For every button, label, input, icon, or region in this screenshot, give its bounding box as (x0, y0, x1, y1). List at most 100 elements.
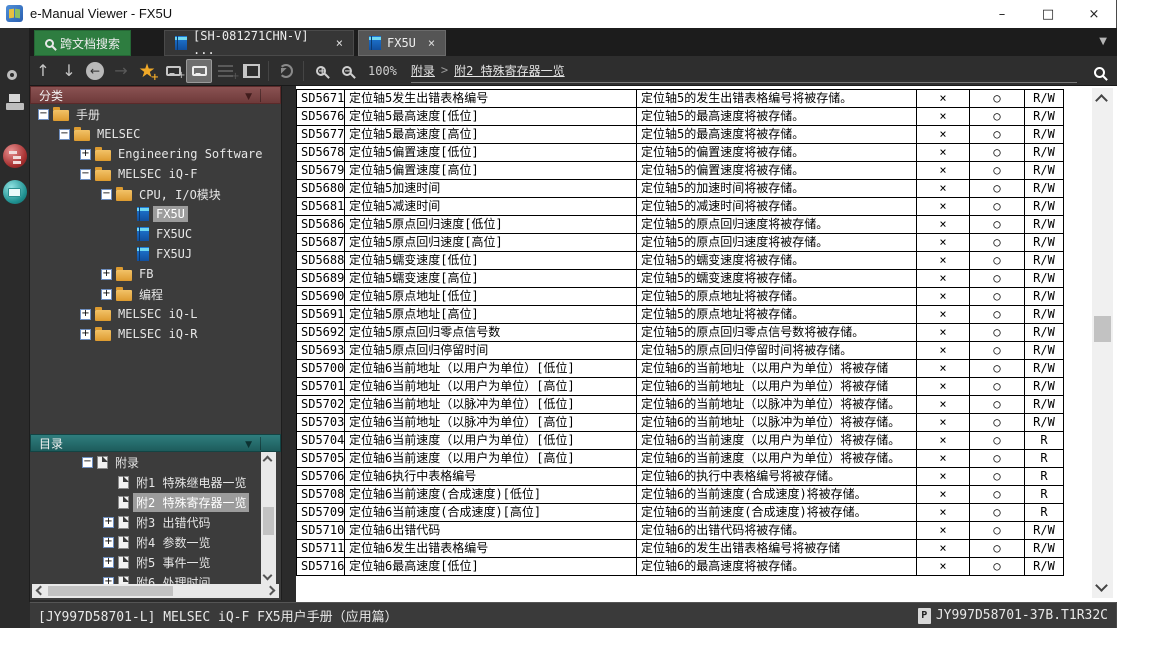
toc-panel-header[interactable]: 目录 ▼ (30, 434, 281, 452)
category-tree-item[interactable]: + 编程 (30, 284, 281, 304)
circle-mark-cell: ○ (970, 270, 1025, 288)
page-search-button[interactable] (1087, 60, 1111, 84)
tree-expander-icon[interactable]: − (82, 457, 93, 468)
toc-vertical-scrollbar[interactable] (261, 452, 276, 584)
refresh-button[interactable] (273, 59, 299, 83)
scroll-up-arrow-icon[interactable] (263, 456, 273, 466)
content-vertical-scrollbar[interactable] (1092, 88, 1113, 598)
back-button[interactable]: ← (82, 59, 108, 83)
category-tree-item[interactable]: + Engineering Software (30, 144, 281, 164)
category-tree-item[interactable]: FX5UJ (30, 244, 281, 264)
toc-tree-item[interactable]: 附2 特殊寄存器一览 (52, 492, 281, 512)
tree-item-label[interactable]: 附3 出错代码 (133, 513, 213, 532)
panel-header-endbox (260, 89, 278, 102)
tree-item-label[interactable]: MELSEC (94, 126, 143, 142)
minimize-button[interactable]: – (994, 7, 1010, 22)
add-note-button[interactable] (160, 59, 186, 83)
close-button[interactable]: × (1086, 7, 1102, 22)
tree-item-label[interactable]: 附5 事件一览 (133, 553, 213, 572)
tree-item-label[interactable]: MELSEC iQ-F (115, 166, 200, 182)
scroll-up-button[interactable]: ↑ (30, 59, 56, 83)
breadcrumb-link-appendix[interactable]: 附录 (411, 62, 435, 79)
add-list-button[interactable] (212, 59, 238, 83)
tree-expander-icon[interactable]: + (80, 149, 91, 160)
tab-fx5u-active[interactable]: FX5U × (358, 30, 446, 56)
tree-item-label[interactable]: 附录 (112, 453, 142, 472)
settings-button[interactable] (0, 58, 30, 88)
tree-item-label[interactable]: FX5U (153, 206, 188, 222)
tree-item-label[interactable]: MELSEC iQ-R (115, 326, 200, 342)
tree-item-label[interactable]: 附1 特殊继电器一览 (133, 473, 249, 492)
layout-button[interactable] (238, 59, 264, 83)
tree-expander-icon[interactable]: − (59, 129, 70, 140)
scroll-left-arrow-icon[interactable] (36, 586, 46, 596)
toc-horizontal-scrollbar[interactable] (32, 584, 279, 598)
tree-expander-icon[interactable]: + (103, 517, 114, 528)
category-tree-item[interactable]: FX5U (30, 204, 281, 224)
tree-expander-icon[interactable]: − (101, 189, 112, 200)
category-tree-item[interactable]: + FB (30, 264, 281, 284)
toc-tree-item[interactable]: + 附3 出错代码 (52, 512, 281, 532)
tree-expander-icon[interactable]: + (101, 269, 112, 280)
tree-expander-icon[interactable]: − (80, 169, 91, 180)
tree-expander-icon[interactable]: + (101, 289, 112, 300)
category-tree-item[interactable]: − MELSEC iQ-F (30, 164, 281, 184)
print-button[interactable] (6, 94, 24, 110)
scrollbar-thumb[interactable] (263, 507, 274, 535)
tree-item-label[interactable]: FX5UJ (153, 246, 195, 262)
category-tree-item[interactable]: FX5UC (30, 224, 281, 244)
forward-button[interactable]: → (108, 59, 134, 83)
tree-view-button[interactable] (3, 144, 27, 168)
tab-overflow-dropdown-icon[interactable]: ▼ (1099, 36, 1107, 47)
scroll-down-arrow-icon[interactable] (1095, 579, 1108, 592)
book-view-button[interactable] (3, 180, 27, 204)
scroll-right-arrow-icon[interactable] (266, 586, 276, 596)
category-tree-item[interactable]: − MELSEC (30, 124, 281, 144)
register-name-cell: 定位轴5减速时间 (345, 198, 637, 216)
scrollbar-thumb[interactable] (48, 586, 173, 596)
tree-item-label[interactable]: CPU, I/O模块 (136, 185, 224, 204)
scroll-down-arrow-icon[interactable] (263, 571, 273, 581)
tree-expander-icon[interactable]: + (103, 537, 114, 548)
chevron-down-icon[interactable]: ▼ (245, 92, 252, 102)
tab-close-icon[interactable]: × (336, 36, 343, 50)
toc-tree-item[interactable]: − 附录 (52, 452, 281, 472)
tree-item-label[interactable]: FX5UC (153, 226, 195, 242)
register-desc-cell: 定位轴5的偏置速度将被存储。 (637, 162, 917, 180)
maximize-button[interactable]: □ (1040, 7, 1056, 22)
tree-item-label[interactable]: 附4 参数一览 (133, 533, 213, 552)
tree-item-label[interactable]: 附2 特殊寄存器一览 (133, 493, 249, 512)
tree-expander-icon[interactable]: + (103, 577, 114, 585)
tree-item-label[interactable]: Engineering Software (115, 146, 266, 162)
tree-expander-icon[interactable]: − (38, 109, 49, 120)
tab-close-icon[interactable]: × (428, 36, 435, 50)
tree-expander-icon[interactable]: + (80, 329, 91, 340)
scrollbar-thumb[interactable] (1094, 316, 1111, 342)
category-tree-item[interactable]: + MELSEC iQ-L (30, 304, 281, 324)
tree-item-label[interactable]: 编程 (136, 285, 166, 304)
category-tree-item[interactable]: − CPU, I/O模块 (30, 184, 281, 204)
toc-tree-item[interactable]: 附1 特殊继电器一览 (52, 472, 281, 492)
tree-item-label[interactable]: MELSEC iQ-L (115, 306, 200, 322)
scroll-down-button[interactable]: ↓ (56, 59, 82, 83)
tab-document[interactable]: [SH-081271CHN-V] ... × (164, 30, 354, 56)
zoom-out-button[interactable]: − (334, 59, 360, 83)
category-panel-header[interactable]: 分类 ▼ (30, 86, 281, 104)
show-notes-button[interactable] (186, 59, 212, 83)
add-bookmark-button[interactable]: ★ (134, 59, 160, 83)
toc-tree-item[interactable]: + 附6 处理时间 (52, 572, 281, 584)
tree-item-label[interactable]: 手册 (73, 105, 103, 124)
tab-cross-doc-search[interactable]: 跨文档搜索 (34, 30, 131, 56)
tree-expander-icon[interactable]: + (103, 557, 114, 568)
category-tree-item[interactable]: + MELSEC iQ-R (30, 324, 281, 344)
tree-item-label[interactable]: FB (136, 266, 156, 282)
tree-expander-icon[interactable]: + (80, 309, 91, 320)
zoom-in-button[interactable]: + (308, 59, 334, 83)
breadcrumb-link-current[interactable]: 附2 特殊寄存器一览 (454, 62, 564, 79)
toc-tree-item[interactable]: + 附5 事件一览 (52, 552, 281, 572)
toc-tree-item[interactable]: + 附4 参数一览 (52, 532, 281, 552)
category-tree-item[interactable]: − 手册 (30, 104, 281, 124)
chevron-down-icon[interactable]: ▼ (245, 440, 252, 450)
scroll-up-arrow-icon[interactable] (1095, 94, 1108, 107)
tree-item-label[interactable]: 附6 处理时间 (133, 573, 213, 585)
